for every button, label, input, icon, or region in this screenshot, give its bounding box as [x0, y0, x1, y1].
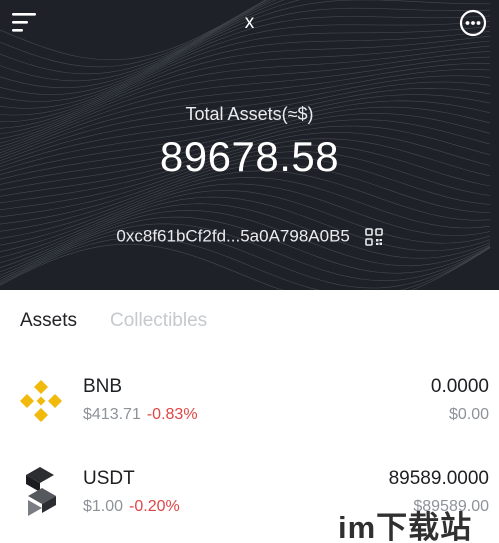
bnb-icon — [16, 376, 66, 426]
usdt-icon — [16, 466, 66, 516]
wallet-address[interactable]: 0xc8f61bCf2fd...5a0A798A0B5 — [116, 227, 349, 246]
asset-price-line: $413.71 -0.83% — [83, 406, 198, 424]
asset-price: $413.71 — [83, 406, 141, 423]
total-assets-label: Total Assets(≈$) — [185, 104, 314, 124]
total-assets-value: 89678.58 — [159, 133, 340, 180]
asset-symbol: USDT — [83, 468, 135, 489]
asset-fiat-value: $0.00 — [448, 406, 489, 423]
asset-tabs: Assets Collectibles — [0, 290, 499, 354]
asset-price-line: $1.00 -0.20% — [83, 498, 180, 516]
asset-price: $1.00 — [83, 498, 124, 515]
tab-assets[interactable]: Assets — [20, 310, 77, 332]
wallet-address-row[interactable]: 0xc8f61bCf2fd...5a0A798A0B5 — [0, 226, 499, 247]
wallet-title: x — [244, 12, 255, 33]
asset-balance: 0.0000 — [430, 376, 489, 397]
asset-change: -0.20% — [129, 498, 180, 515]
wallet-header: x Total Assets(≈$) 89678.58 0xc8f61bCf2f… — [0, 0, 499, 290]
qr-code-icon[interactable] — [364, 227, 383, 246]
asset-change: -0.83% — [146, 406, 198, 423]
asset-row-bnb[interactable]: BNB $413.71 -0.83% 0.0000 $0.00 — [0, 376, 499, 462]
asset-balance: 89589.0000 — [388, 468, 489, 489]
site-watermark: im下载站 — [338, 510, 473, 543]
tab-collectibles[interactable]: Collectibles — [110, 310, 207, 332]
asset-symbol: BNB — [83, 376, 123, 397]
top-bar: x — [0, 0, 499, 48]
more-options-icon[interactable] — [457, 7, 489, 39]
